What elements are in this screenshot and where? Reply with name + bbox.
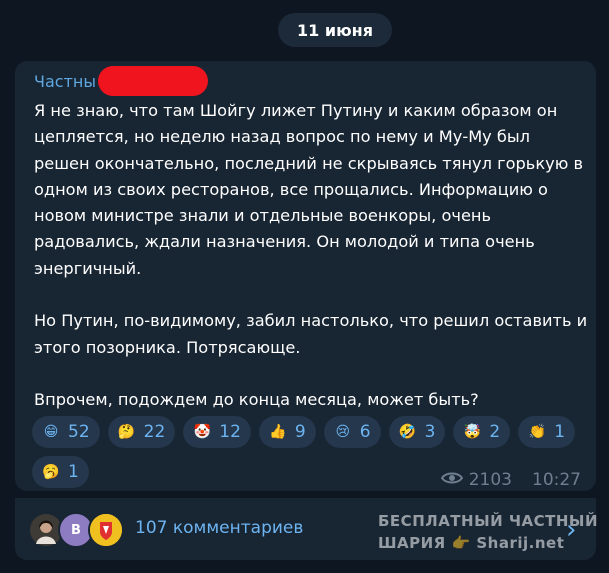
comments-count-label[interactable]: 107 комментариев: [135, 518, 303, 538]
message-meta: 2103 10:27: [440, 470, 581, 490]
commenter-avatars: В: [28, 512, 128, 548]
date-separator: 11 июня: [278, 13, 392, 47]
yawning-face-icon: 🥱: [42, 464, 60, 480]
view-count: 2103: [468, 470, 512, 490]
exploding-head-icon: 🤯: [463, 424, 482, 440]
reaction-chip[interactable]: 🤯 2: [453, 416, 511, 448]
reaction-chip[interactable]: 😢 6: [323, 416, 381, 448]
thumbs-up-icon: 👍: [269, 424, 287, 440]
reaction-chip[interactable]: 🥱 1: [32, 456, 89, 488]
reaction-chip[interactable]: 🤔 22: [107, 416, 176, 448]
grinning-face-icon: 😁: [43, 424, 59, 440]
chevron-right-icon[interactable]: ›: [566, 515, 576, 545]
emblem-avatar: [88, 512, 124, 548]
message-time: 10:27: [532, 470, 581, 490]
clown-face-icon: 🤡: [193, 424, 211, 440]
eye-icon: [440, 470, 463, 490]
reaction-count: 52: [68, 422, 90, 442]
message-paragraph: Впрочем, подождем до конца месяца, может…: [34, 390, 479, 410]
reaction-count: 1: [554, 422, 566, 442]
reaction-count: 9: [294, 422, 306, 442]
reaction-count: 1: [68, 462, 79, 482]
reaction-count: 12: [219, 422, 241, 442]
reaction-chip[interactable]: 👍 9: [258, 416, 316, 448]
thinking-face-icon: 🤔: [117, 424, 136, 440]
reaction-chip[interactable]: 😁 52: [32, 416, 100, 448]
message-text: Я не знаю, что там Шойгу лижет Путину и …: [34, 98, 589, 414]
message-paragraph: Но Путин, по-видимому, забил настолько, …: [34, 311, 588, 357]
reaction-count: 22: [143, 422, 166, 442]
clapping-hands-icon: 👏: [528, 424, 546, 440]
redaction-mark: [98, 66, 208, 96]
reaction-chip[interactable]: 🤣 3: [388, 416, 446, 448]
reaction-count: 6: [359, 422, 371, 442]
reaction-chip[interactable]: 🤡 12: [183, 416, 251, 448]
message-paragraph: Я не знаю, что там Шойгу лижет Путину и …: [34, 101, 584, 278]
reaction-chip[interactable]: 👏 1: [518, 416, 576, 448]
rolling-laughing-icon: 🤣: [398, 424, 417, 440]
reaction-count: 2: [489, 422, 501, 442]
divider: [15, 491, 596, 492]
crying-face-icon: 😢: [335, 424, 351, 440]
reaction-count: 3: [424, 422, 436, 442]
